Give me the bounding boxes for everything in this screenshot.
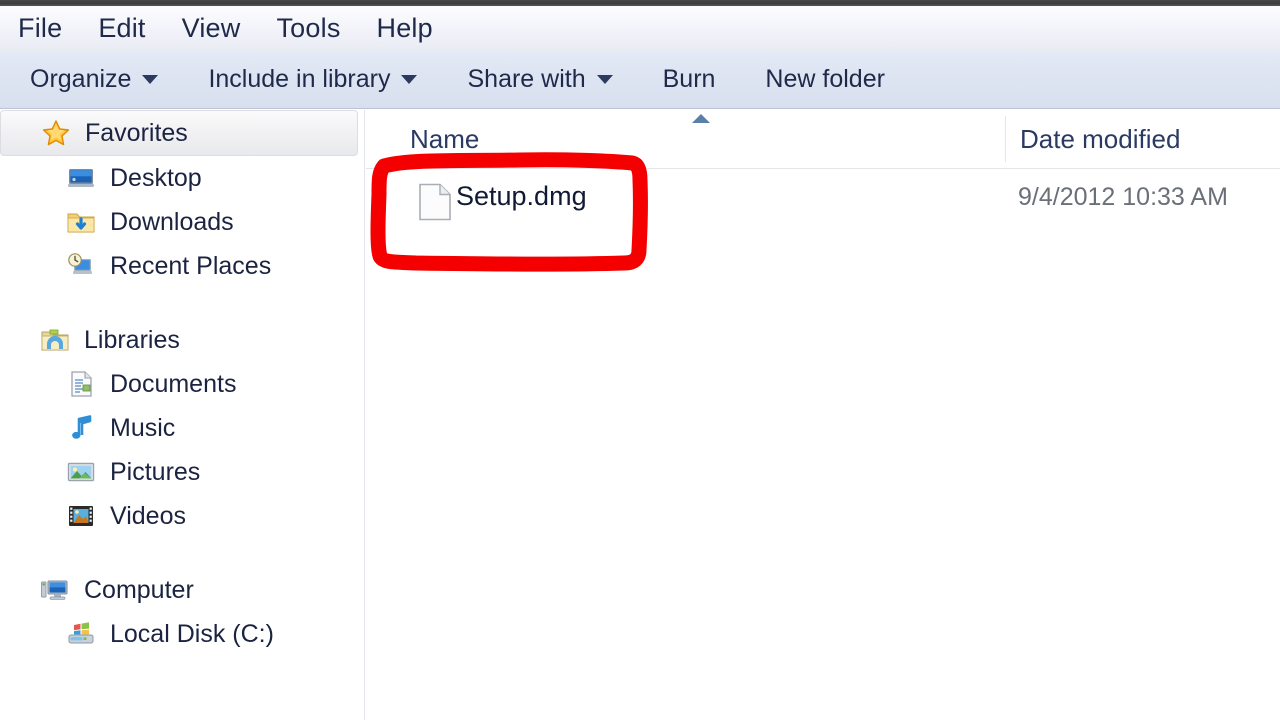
column-divider[interactable] <box>1005 116 1006 162</box>
desktop-icon <box>66 163 96 193</box>
burn-button[interactable]: Burn <box>659 63 720 96</box>
computer-group: Computer Local Disk (C:) <box>0 568 364 656</box>
sidebar-item-label: Local Disk (C:) <box>110 619 274 648</box>
menu-view[interactable]: View <box>182 13 241 44</box>
file-name-label: Setup.dmg <box>456 181 587 211</box>
sidebar-item-computer[interactable]: Computer <box>0 568 364 612</box>
chevron-down-icon <box>142 75 159 84</box>
menu-edit[interactable]: Edit <box>98 13 145 44</box>
pictures-icon <box>66 457 96 487</box>
favorites-group: Favorites Desktop Downloads Recent Place… <box>0 110 364 288</box>
organize-button[interactable]: Organize <box>26 63 162 96</box>
share-with-label: Share with <box>467 65 586 93</box>
sidebar-item-label: Downloads <box>110 207 234 236</box>
sort-ascending-icon <box>692 114 710 123</box>
chevron-down-icon <box>401 75 418 84</box>
sidebar-item-pictures[interactable]: Pictures <box>0 450 364 494</box>
recent-places-icon <box>66 251 96 281</box>
menu-file[interactable]: File <box>18 13 62 44</box>
sidebar-item-videos[interactable]: Videos <box>0 494 364 538</box>
sidebar-item-label: Pictures <box>110 457 201 486</box>
generic-file-icon <box>418 183 452 221</box>
organize-label: Organize <box>30 65 132 93</box>
sidebar-item-desktop[interactable]: Desktop <box>0 156 364 200</box>
libraries-icon <box>40 325 70 355</box>
sidebar-item-label: Music <box>110 413 176 442</box>
navigation-pane[interactable]: Favorites Desktop Downloads Recent Place… <box>0 110 365 720</box>
sidebar-item-label: Favorites <box>85 118 188 147</box>
new-folder-label: New folder <box>765 65 885 93</box>
explorer-window: File Edit View Tools Help Organize Inclu… <box>0 0 1280 720</box>
column-header-date-modified[interactable]: Date modified <box>1020 124 1180 155</box>
sidebar-item-favorites[interactable]: Favorites <box>0 110 358 156</box>
star-icon <box>41 118 71 148</box>
file-date-modified-label: 9/4/2012 10:33 AM <box>1018 183 1228 211</box>
table-row[interactable]: Setup.dmg 9/4/2012 10:33 AM <box>366 169 1280 231</box>
sidebar-item-label: Videos <box>110 501 186 530</box>
include-in-library-label: Include in library <box>208 65 391 93</box>
sidebar-item-label: Computer <box>84 575 194 604</box>
menu-tools[interactable]: Tools <box>276 13 340 44</box>
include-in-library-button[interactable]: Include in library <box>204 63 421 96</box>
downloads-folder-icon <box>66 207 96 237</box>
sidebar-item-libraries[interactable]: Libraries <box>0 318 364 362</box>
hard-drive-icon <box>66 619 96 649</box>
sidebar-item-documents[interactable]: Documents <box>0 362 364 406</box>
sidebar-item-recent-places[interactable]: Recent Places <box>0 244 364 288</box>
documents-icon <box>66 369 96 399</box>
chevron-down-icon <box>596 75 613 84</box>
command-toolbar: Organize Include in library Share with B… <box>0 51 1280 109</box>
libraries-group: Libraries Documents Music Pictures Video… <box>0 318 364 538</box>
file-list-pane: Name Date modified Setup.dmg 9/4/2012 10… <box>366 110 1280 720</box>
sidebar-item-music[interactable]: Music <box>0 406 364 450</box>
sidebar-item-local-disk-c[interactable]: Local Disk (C:) <box>0 612 364 656</box>
sidebar-item-label: Desktop <box>110 163 202 192</box>
share-with-button[interactable]: Share with <box>463 63 616 96</box>
new-folder-button[interactable]: New folder <box>761 63 889 96</box>
column-header-name[interactable]: Name <box>410 124 479 155</box>
music-note-icon <box>66 413 96 443</box>
menu-bar: File Edit View Tools Help <box>0 6 1280 51</box>
sidebar-item-label: Recent Places <box>110 251 272 280</box>
column-header-row: Name Date modified <box>366 110 1280 169</box>
sidebar-item-downloads[interactable]: Downloads <box>0 200 364 244</box>
sidebar-item-label: Documents <box>110 369 237 398</box>
burn-label: Burn <box>662 65 716 93</box>
videos-filmstrip-icon <box>66 501 96 531</box>
sidebar-item-label: Libraries <box>84 325 180 354</box>
computer-icon <box>40 575 70 605</box>
menu-help[interactable]: Help <box>377 13 433 44</box>
